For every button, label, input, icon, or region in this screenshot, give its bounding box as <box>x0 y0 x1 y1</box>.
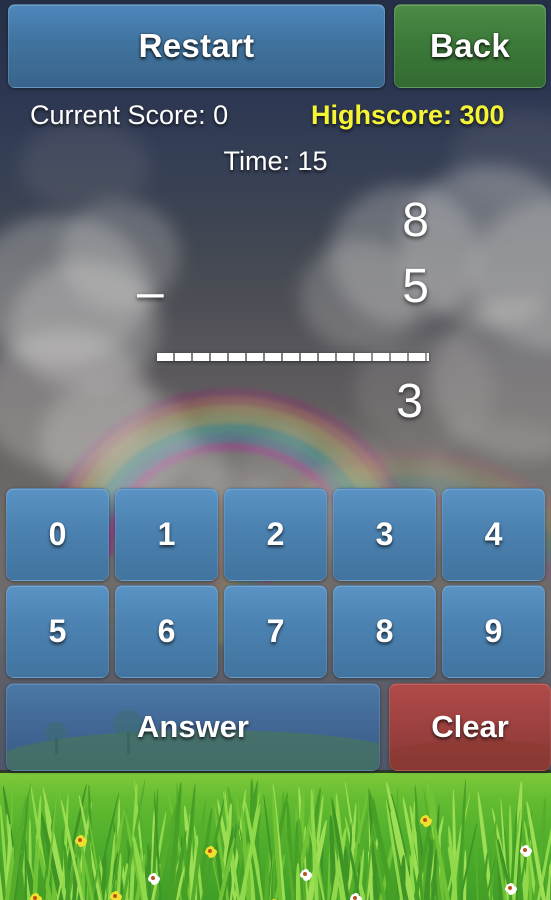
math-problem: 8 – 5 3 <box>0 185 551 450</box>
tree-icon-left <box>43 720 69 754</box>
restart-button-label: Restart <box>138 27 255 64</box>
flower-icon <box>110 891 122 900</box>
grass-field <box>0 770 551 900</box>
flower-icon <box>30 893 42 900</box>
operand-bottom: 5 <box>402 260 429 313</box>
header-bar: Restart Back <box>0 0 551 92</box>
flower-icon <box>205 846 217 858</box>
keypad-row-1: 01234 <box>0 488 551 581</box>
status-bar: Current Score: 0 Highscore: 300 <box>0 100 551 138</box>
flower-icon <box>350 893 362 900</box>
grass-blade <box>547 864 551 900</box>
operator-sign: – <box>137 266 164 319</box>
highscore-text: Highscore: 300 <box>311 100 505 130</box>
flower-icon <box>520 845 532 857</box>
clear-button-label: Clear <box>431 709 509 744</box>
number-keypad: 01234 56789 <box>0 488 551 682</box>
operand-top: 8 <box>402 194 429 247</box>
flower-icon <box>300 869 312 881</box>
keypad-row-2: 56789 <box>0 585 551 678</box>
flower-icon <box>148 873 160 885</box>
flower-icon <box>420 815 432 827</box>
current-score-text: Current Score: 0 <box>30 100 229 130</box>
keypad-key-8[interactable]: 8 <box>333 585 436 678</box>
back-button[interactable]: Back <box>394 4 546 88</box>
action-bar: Answer Clear <box>0 683 551 771</box>
keypad-key-2[interactable]: 2 <box>224 488 327 581</box>
keypad-key-6[interactable]: 6 <box>115 585 218 678</box>
problem-divider-line <box>157 353 429 361</box>
keypad-key-1[interactable]: 1 <box>115 488 218 581</box>
answer-button-label: Answer <box>137 709 249 744</box>
keypad-key-0[interactable]: 0 <box>6 488 109 581</box>
answer-button[interactable]: Answer <box>6 683 380 771</box>
answer-display: 3 <box>396 375 423 428</box>
keypad-key-9[interactable]: 9 <box>442 585 545 678</box>
timer-row: Time: 15 <box>0 146 551 177</box>
flower-icon <box>75 835 87 847</box>
grass-blade <box>474 825 480 900</box>
back-button-label: Back <box>429 27 511 64</box>
clear-button[interactable]: Clear <box>389 683 551 771</box>
time-text: Time: 15 <box>223 146 328 176</box>
keypad-key-3[interactable]: 3 <box>333 488 436 581</box>
keypad-key-4[interactable]: 4 <box>442 488 545 581</box>
keypad-key-5[interactable]: 5 <box>6 585 109 678</box>
keypad-key-7[interactable]: 7 <box>224 585 327 678</box>
flower-icon <box>505 883 517 895</box>
restart-button[interactable]: Restart <box>8 4 385 88</box>
